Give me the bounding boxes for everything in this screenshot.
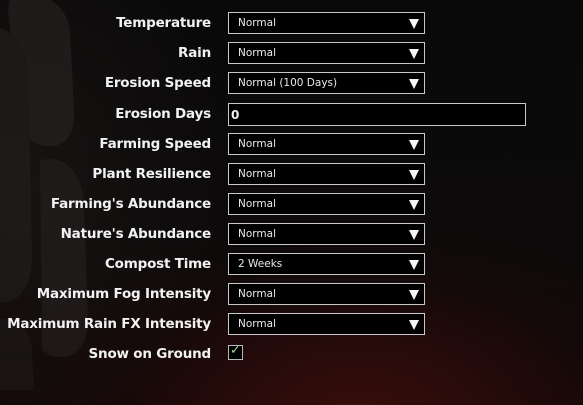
max-rain-fx-intensity-dropdown[interactable]: Normal xyxy=(228,313,425,335)
rain-label: Rain xyxy=(178,45,211,61)
triangle-down-icon xyxy=(409,49,419,59)
erosion-speed-value: Normal (100 Days) xyxy=(238,77,338,89)
max-rain-fx-intensity-value: Normal xyxy=(238,318,276,330)
triangle-down-icon xyxy=(409,290,419,300)
max-fog-intensity-label: Maximum Fog Intensity xyxy=(36,286,211,302)
temperature-label: Temperature xyxy=(116,15,211,31)
nature-abundance-value: Normal xyxy=(238,228,276,240)
triangle-down-icon xyxy=(409,230,419,240)
farming-abundance-dropdown[interactable]: Normal xyxy=(228,193,425,215)
triangle-down-icon xyxy=(409,320,419,330)
farming-speed-label: Farming Speed xyxy=(99,136,211,152)
triangle-down-icon xyxy=(409,79,419,89)
compost-time-label: Compost Time xyxy=(104,256,211,272)
rain-value: Normal xyxy=(238,47,276,59)
triangle-down-icon xyxy=(409,19,419,29)
erosion-days-label: Erosion Days xyxy=(115,106,211,122)
farming-speed-value: Normal xyxy=(238,138,276,150)
checkmark-icon: ✓ xyxy=(230,343,241,358)
max-fog-intensity-dropdown[interactable]: Normal xyxy=(228,283,425,305)
triangle-down-icon xyxy=(409,200,419,210)
triangle-down-icon xyxy=(409,170,419,180)
snow-on-ground-label: Snow on Ground xyxy=(88,346,212,362)
plant-resilience-value: Normal xyxy=(238,168,276,180)
max-rain-fx-intensity-label: Maximum Rain FX Intensity xyxy=(7,316,211,332)
triangle-down-icon xyxy=(409,140,419,150)
compost-time-dropdown[interactable]: 2 Weeks xyxy=(228,253,425,275)
erosion-speed-label: Erosion Speed xyxy=(104,75,211,91)
triangle-down-icon xyxy=(409,260,419,270)
temperature-value: Normal xyxy=(238,17,276,29)
compost-time-value: 2 Weeks xyxy=(238,258,283,270)
temperature-dropdown[interactable]: Normal xyxy=(228,12,425,34)
nature-abundance-label: Nature's Abundance xyxy=(60,226,212,242)
farming-speed-dropdown[interactable]: Normal xyxy=(228,133,425,155)
rain-dropdown[interactable]: Normal xyxy=(228,42,425,64)
erosion-speed-dropdown[interactable]: Normal (100 Days) xyxy=(228,72,425,94)
farming-abundance-label: Farming's Abundance xyxy=(50,196,211,212)
erosion-days-input[interactable] xyxy=(229,104,525,125)
snow-on-ground-checkbox[interactable]: ✓ xyxy=(228,343,243,360)
farming-abundance-value: Normal xyxy=(238,198,276,210)
max-fog-intensity-value: Normal xyxy=(238,288,276,300)
plant-resilience-label: Plant Resilience xyxy=(92,166,211,182)
erosion-days-field[interactable] xyxy=(228,103,526,126)
plant-resilience-dropdown[interactable]: Normal xyxy=(228,163,425,185)
nature-abundance-dropdown[interactable]: Normal xyxy=(228,223,425,245)
